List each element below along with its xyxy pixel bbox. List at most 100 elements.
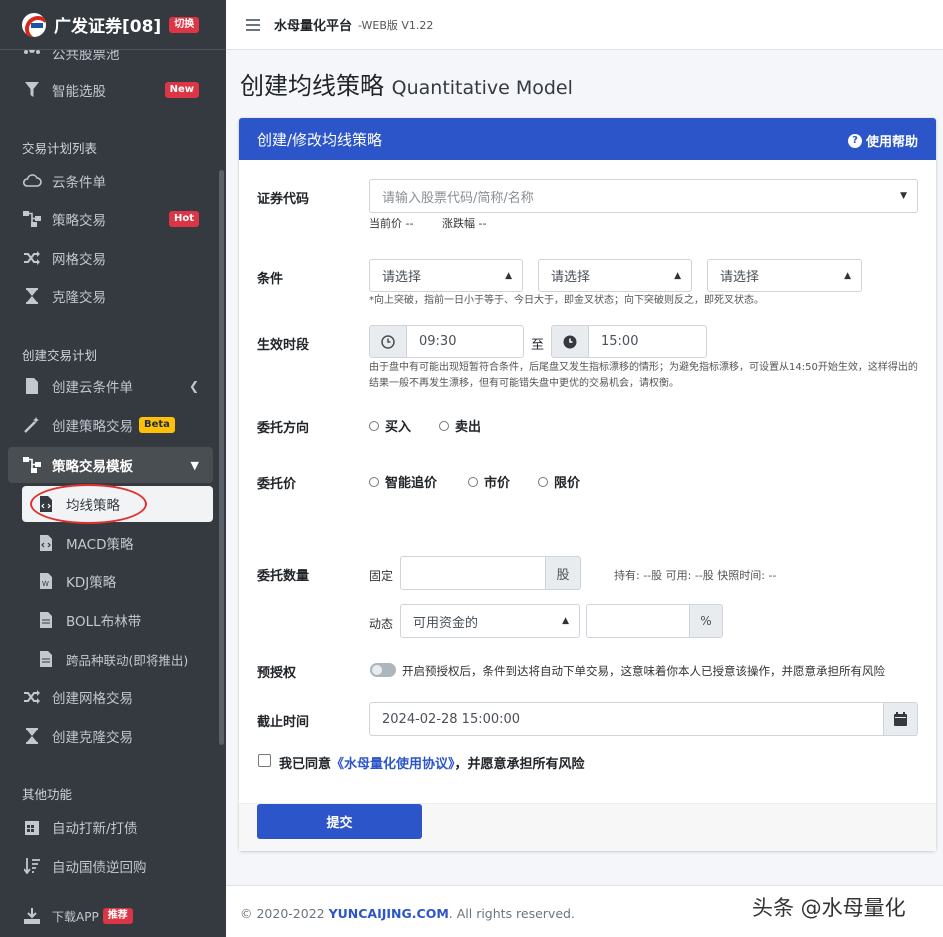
sidebar-scrollbar[interactable] (219, 170, 224, 745)
radio-circle-icon (439, 420, 449, 431)
section-header-other: 其他功能 (22, 787, 73, 802)
site-link[interactable]: YUNCAIJING.COM (329, 906, 449, 921)
page-title: 创建均线策略 Quantitative Model (240, 66, 573, 101)
sidebar-item-create-grid[interactable]: 创建网格交易 (8, 680, 213, 714)
direction-buy-label: 买入 (385, 420, 412, 435)
hourglass-icon (22, 286, 42, 306)
beta-badge: Beta (139, 417, 175, 433)
direction-label: 委托方向 (257, 421, 310, 436)
sort-icon (22, 856, 42, 876)
holding-info: 持有: --股 可用: --股 快照时间: -- (614, 569, 777, 582)
agreement-text: 我已同意《水母量化使用协议》，并愿意承担所有风险 (279, 753, 585, 772)
sidebar-item-create-cloud-order[interactable]: 创建云条件单 ❮ (8, 369, 213, 403)
effective-time-label: 生效时段 (257, 338, 310, 353)
price-market-label: 市价 (484, 476, 511, 491)
sidebar-item-macd-strategy[interactable]: MACD策略 (22, 526, 213, 560)
direction-buy-radio[interactable]: 买入 (369, 416, 411, 435)
sidebar-item-auto-repo[interactable]: 自动国债逆回购 (8, 849, 213, 883)
preauth-text: 开启预授权后，条件到达将自动下单交易，这意味着你本人已授意该操作，并愿意承担所有… (402, 664, 885, 678)
dynamic-percent-input[interactable] (586, 604, 690, 638)
sidebar-item-label: KDJ策略 (66, 575, 117, 591)
time-note: 由于盘中有可能出现短暂符合条件，后尾盘又发生指标漂移的情形；为避免指标漂移，可设… (369, 362, 918, 389)
sidebar-item-label: 创建云条件单 (52, 380, 133, 396)
sidebar-item-create-strategy[interactable]: 创建策略交易 Beta (8, 408, 213, 442)
dynamic-label: 动态 (369, 617, 394, 631)
condition-select-3-value: 请选择 (720, 270, 760, 285)
sidebar-item-boll-strategy[interactable]: BOLL布林带 (22, 603, 213, 637)
end-time-value: 15:00 (601, 334, 639, 349)
quantity-label: 委托数量 (257, 569, 310, 584)
start-time-input[interactable]: 09:30 (406, 325, 524, 358)
sidebar-item-kdj-strategy[interactable]: W KDJ策略 (22, 564, 213, 598)
strategy-form-card: 创建/修改均线策略 ? 使用帮助 证券代码 请输入股票代码/简称/名称 ▼ 当前… (239, 118, 936, 851)
submit-button[interactable]: 提交 (257, 804, 422, 839)
section-header-create: 创建交易计划 (22, 348, 98, 363)
sidebar-item-cross-variety[interactable]: 跨品种联动(即将推出) (22, 642, 213, 676)
card-title: 创建/修改均线策略 (257, 130, 383, 149)
sort-caret-icon: ▲ (505, 270, 512, 281)
switch-account-button[interactable]: 切换 (169, 16, 200, 33)
end-time-input[interactable]: 15:00 (588, 325, 707, 358)
chevron-down-icon: ▼ (190, 458, 199, 472)
condition-label: 条件 (257, 272, 284, 287)
agree-prefix: 我已同意 (279, 757, 332, 772)
app-version: -WEB版 V1.22 (358, 18, 434, 32)
price-smart-radio[interactable]: 智能追价 (369, 472, 437, 491)
sort-caret-icon: ▲ (674, 270, 681, 281)
page-subtitle: Quantitative Model (391, 77, 573, 99)
cloud-icon (22, 171, 42, 191)
fixed-quantity-input[interactable] (400, 556, 546, 590)
price-limit-radio[interactable]: 限价 (538, 472, 580, 491)
sidebar-item-label: 智能选股 (52, 84, 106, 100)
file-word-icon: W (36, 571, 56, 591)
radio-circle-icon (468, 476, 478, 487)
sidebar-item-cloud-order[interactable]: 云条件单 (8, 164, 213, 198)
watermark: 头条 @水母量化 (752, 896, 906, 920)
sidebar-item-label: 云条件单 (52, 175, 106, 191)
price-market-radio[interactable]: 市价 (468, 472, 510, 491)
sidebar-item-download-app[interactable]: 下载APP 推荐 (8, 899, 213, 933)
sidebar-item-strategy-templates[interactable]: 策略交易模板 ▼ (8, 447, 213, 483)
file-icon (22, 376, 42, 396)
file-icon (36, 649, 56, 669)
sidebar-item-strategy-trade[interactable]: 策略交易 Hot (8, 202, 213, 236)
radio-circle-icon (369, 476, 379, 487)
condition-select-2[interactable]: 请选择 ▲ (538, 259, 692, 292)
sidebar-item-smart-pick[interactable]: 智能选股 New (8, 73, 213, 107)
agree-checkbox[interactable] (258, 754, 271, 767)
stock-code-placeholder: 请输入股票代码/简称/名称 (382, 190, 534, 206)
help-link[interactable]: ? 使用帮助 (847, 131, 918, 150)
preauth-label: 预授权 (257, 666, 297, 681)
brand-name: 广发证券[08] (54, 17, 162, 37)
sidebar: 广发证券[08] 切换 公共股票池 智能选股 New 交易计划列表 云条件单 策… (0, 0, 226, 937)
stock-code-label: 证券代码 (257, 192, 310, 207)
price-smart-label: 智能追价 (385, 476, 438, 491)
sidebar-item-auto-ipo[interactable]: 自动打新/打债 (8, 810, 213, 844)
sidebar-item-label: 策略交易模板 (52, 459, 133, 475)
time-separator: 至 (531, 338, 545, 353)
menu-toggle-icon[interactable] (246, 18, 260, 31)
sitemap-icon (22, 209, 42, 229)
preauth-toggle[interactable] (370, 663, 396, 677)
direction-sell-radio[interactable]: 卖出 (439, 416, 481, 435)
sidebar-item-grid-trade[interactable]: 网格交易 (8, 241, 213, 275)
help-label: 使用帮助 (865, 135, 918, 150)
dynamic-basis-value: 可用资金的 (413, 615, 479, 631)
radio-circle-icon (538, 476, 548, 487)
condition-select-3[interactable]: 请选择 ▲ (707, 259, 862, 292)
agreement-link[interactable]: 《水母量化使用协议》 (331, 757, 455, 772)
deadline-input[interactable]: 2024-02-28 15:00:00 (369, 702, 884, 736)
copyright: © 2020-2022 YUNCAIJING.COM. All rights r… (240, 906, 575, 921)
condition-select-1-value: 请选择 (382, 270, 422, 285)
sidebar-item-create-clone[interactable]: 创建克隆交易 (8, 719, 213, 753)
deadline-label: 截止时间 (257, 715, 310, 730)
calendar-button[interactable] (883, 702, 918, 736)
file-code-icon (36, 533, 56, 553)
sidebar-item-clone-trade[interactable]: 克隆交易 (8, 279, 213, 313)
stock-code-select[interactable]: 请输入股票代码/简称/名称 ▼ (369, 179, 918, 213)
price-limit-label: 限价 (554, 476, 581, 491)
current-price: 当前价 -- (369, 217, 414, 230)
dynamic-basis-select[interactable]: 可用资金的 ▲ (400, 604, 580, 638)
radio-circle-icon (369, 420, 379, 431)
condition-select-1[interactable]: 请选择 ▲ (369, 259, 523, 292)
